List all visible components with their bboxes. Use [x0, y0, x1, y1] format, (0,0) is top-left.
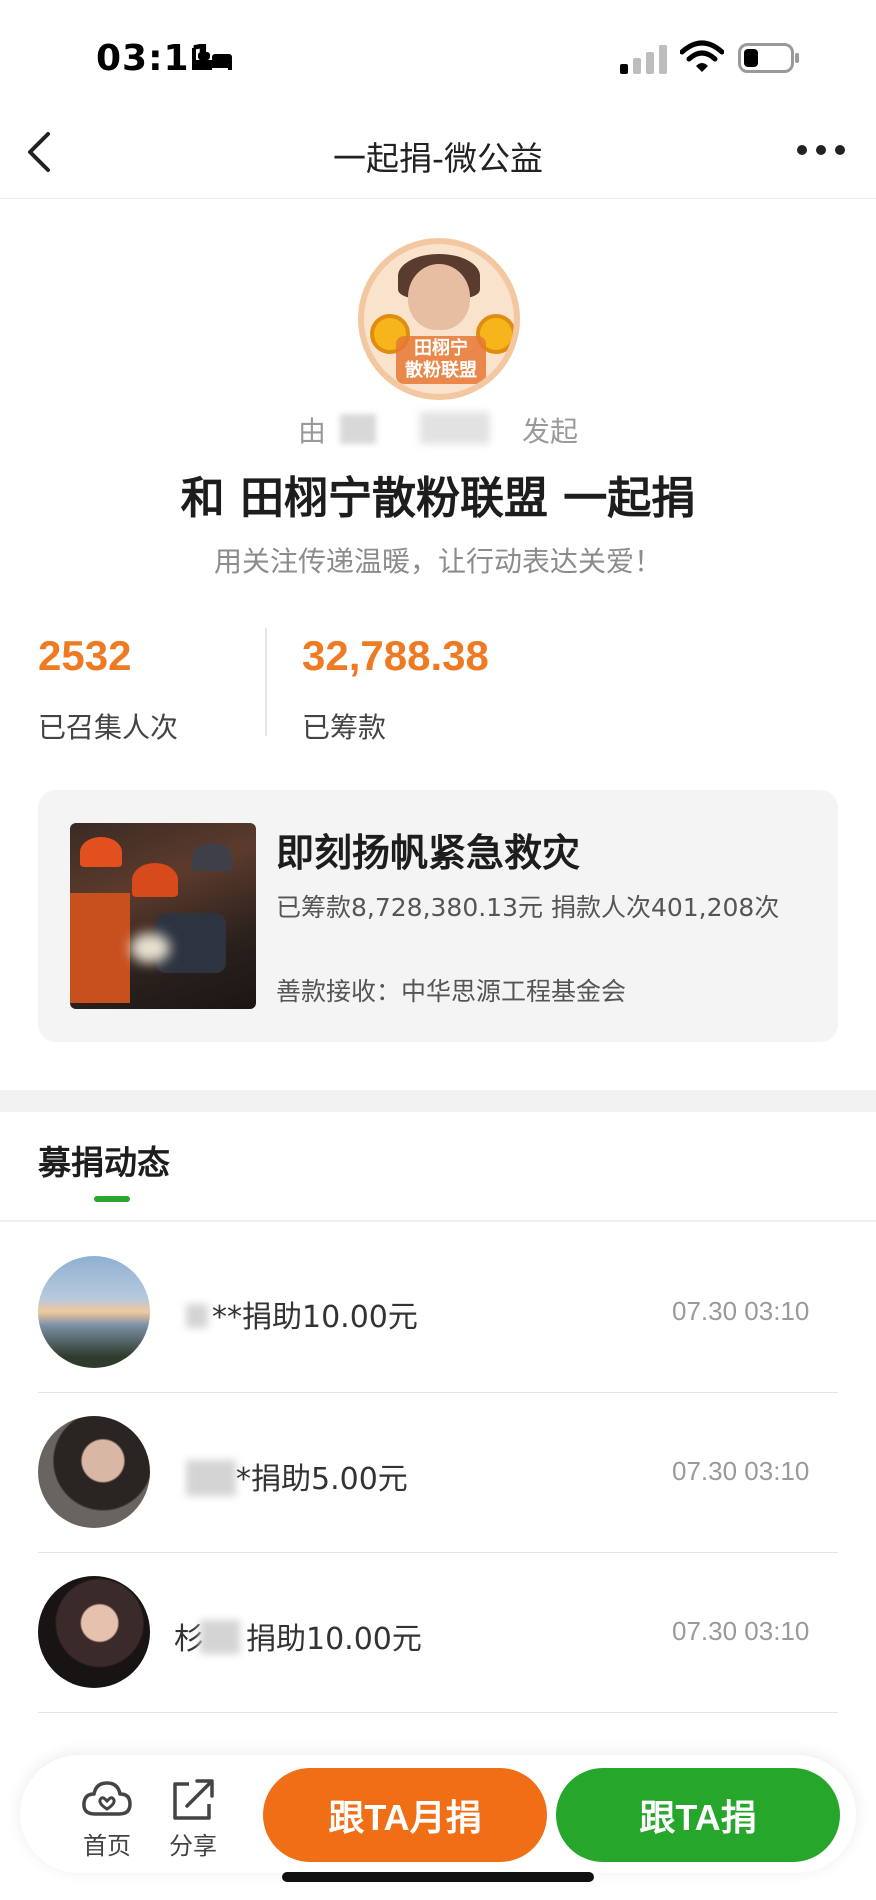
- donation-amount: 捐助10.00元: [246, 1622, 422, 1657]
- donor-avatar[interactable]: [38, 1576, 150, 1688]
- redacted-name: [420, 412, 490, 444]
- donation-amount: 捐助10.00元: [242, 1300, 418, 1335]
- cellular-signal-icon: [620, 45, 667, 74]
- initiator-prefix: 由: [297, 415, 326, 448]
- share-tab[interactable]: 分享: [148, 1776, 238, 1866]
- donate-button[interactable]: 跟TA捐: [556, 1768, 840, 1862]
- row-divider: [38, 1552, 838, 1553]
- campaign-slogan: 用关注传递温暖，让行动表达关爱！: [213, 545, 662, 578]
- section-separator: [0, 1090, 876, 1112]
- page-title: 一起捐-微公益: [333, 139, 543, 178]
- donor-name: *: [236, 1462, 251, 1497]
- row-divider: [38, 1712, 838, 1713]
- participants-count: 2532: [38, 632, 132, 679]
- donation-text: *捐助5.00元: [236, 1454, 408, 1498]
- feed-divider: [0, 1220, 876, 1222]
- nav-divider: [0, 198, 876, 199]
- project-title: 即刻扬帆紧急救灾: [276, 831, 581, 875]
- fan-group-avatar[interactable]: 田栩宁 散粉联盟: [358, 238, 520, 400]
- tab-donation-feed[interactable]: 募捐动态: [38, 1136, 170, 1184]
- donation-time: 07.30 03:10: [672, 1296, 810, 1326]
- raised-amount: 32,788.38: [302, 632, 489, 679]
- battery-icon: [738, 43, 799, 73]
- participants-label: 已召集人次: [38, 711, 179, 744]
- stats-divider: [265, 628, 267, 736]
- avatar-face: [408, 264, 470, 330]
- donor-name: **: [212, 1300, 242, 1335]
- donation-text: **捐助10.00元: [212, 1292, 418, 1336]
- tab-active-indicator: [94, 1196, 130, 1202]
- home-cloud-icon: [82, 1781, 132, 1816]
- redacted-name: [340, 414, 376, 444]
- project-receiver: 善款接收：中华思源工程基金会: [276, 977, 627, 1006]
- project-thumbnail: [70, 823, 256, 1009]
- redacted-name: [200, 1620, 240, 1654]
- donation-amount: 捐助5.00元: [251, 1462, 408, 1497]
- donation-time: 07.30 03:10: [672, 1456, 810, 1486]
- project-stats: 已筹款8,728,380.13元 捐款人次401,208次: [276, 893, 780, 922]
- redacted-name: [186, 1460, 236, 1496]
- share-tab-label: 分享: [169, 1832, 217, 1860]
- avatar-label: 田栩宁 散粉联盟: [396, 336, 486, 384]
- home-tab-label: 首页: [83, 1832, 131, 1860]
- wifi-icon: [680, 40, 724, 72]
- donor-avatar[interactable]: [38, 1416, 150, 1528]
- donor-avatar[interactable]: [38, 1256, 150, 1368]
- monthly-donate-button[interactable]: 跟TA月捐: [263, 1768, 547, 1862]
- share-icon: [173, 1779, 214, 1820]
- home-indicator: [282, 1872, 594, 1882]
- home-tab[interactable]: 首页: [62, 1776, 152, 1866]
- donation-time: 07.30 03:10: [672, 1616, 810, 1646]
- redacted-name: [186, 1304, 208, 1328]
- raised-label: 已筹款: [302, 711, 387, 744]
- sleep-mode-icon: [192, 48, 232, 70]
- campaign-title: 和 田栩宁散粉联盟 一起捐: [180, 473, 696, 524]
- initiator-suffix: 发起: [522, 415, 579, 448]
- row-divider: [38, 1392, 838, 1393]
- more-options-icon[interactable]: [796, 140, 846, 160]
